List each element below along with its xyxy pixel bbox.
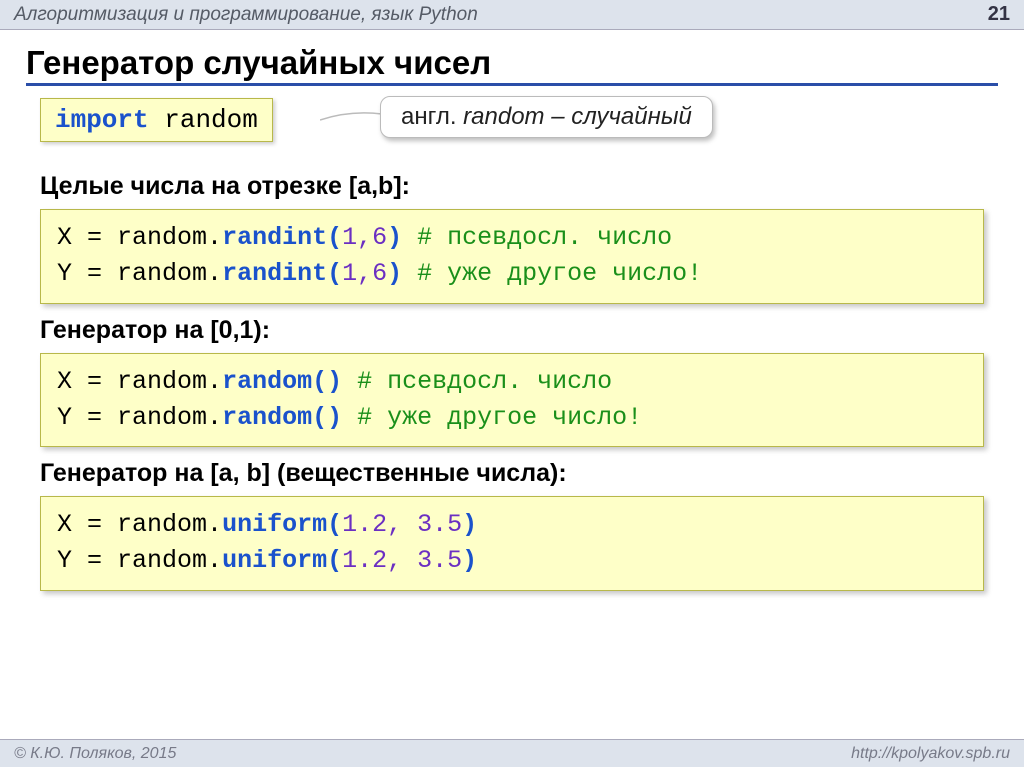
keyword-import: import	[55, 105, 149, 135]
callout-tail-icon	[320, 106, 382, 134]
code-box-int: X = random.randint(1,6) # псевдосл. числ…	[40, 209, 984, 304]
section-head: Генератор на [0,1):	[40, 316, 984, 345]
copyright: © К.Ю. Поляков, 2015	[14, 745, 176, 763]
section-head: Генератор на [a, b] (вещественные числа)…	[40, 459, 984, 488]
slide-footer: © К.Ю. Поляков, 2015 http://kpolyakov.sp…	[0, 739, 1024, 767]
section-int: Целые числа на отрезке [a,b]: X = random…	[40, 172, 984, 304]
callout-suffix: – случайный	[545, 103, 692, 130]
section-uniform: Генератор на [a, b] (вещественные числа)…	[40, 459, 984, 591]
code-line: Y = random.random() # уже другое число!	[57, 400, 967, 436]
code-line: X = random.randint(1,6) # псевдосл. числ…	[57, 220, 967, 256]
code-line: Y = random.randint(1,6) # уже другое чис…	[57, 256, 967, 292]
slide-header: Алгоритмизация и программирование, язык …	[0, 0, 1024, 30]
code-line: X = random.random() # псевдосл. число	[57, 364, 967, 400]
callout-prefix: англ.	[401, 103, 463, 130]
callout-word: random	[463, 103, 544, 130]
code-box-unit: X = random.random() # псевдосл. число Y …	[40, 353, 984, 448]
code-import: import random	[40, 98, 273, 142]
top-row: import random англ. random – случайный	[40, 98, 1024, 152]
header-title: Алгоритмизация и программирование, язык …	[14, 4, 478, 26]
module-name: random	[164, 105, 258, 135]
slide-title: Генератор случайных чисел	[26, 44, 998, 86]
page-number: 21	[988, 3, 1010, 26]
code-line: X = random.uniform(1.2, 3.5)	[57, 507, 967, 543]
section-unit: Генератор на [0,1): X = random.random() …	[40, 316, 984, 448]
code-line: Y = random.uniform(1.2, 3.5)	[57, 543, 967, 579]
callout-box: англ. random – случайный	[380, 96, 713, 138]
code-box-uniform: X = random.uniform(1.2, 3.5) Y = random.…	[40, 496, 984, 591]
section-head: Целые числа на отрезке [a,b]:	[40, 172, 984, 201]
footer-url: http://kpolyakov.spb.ru	[851, 745, 1010, 763]
